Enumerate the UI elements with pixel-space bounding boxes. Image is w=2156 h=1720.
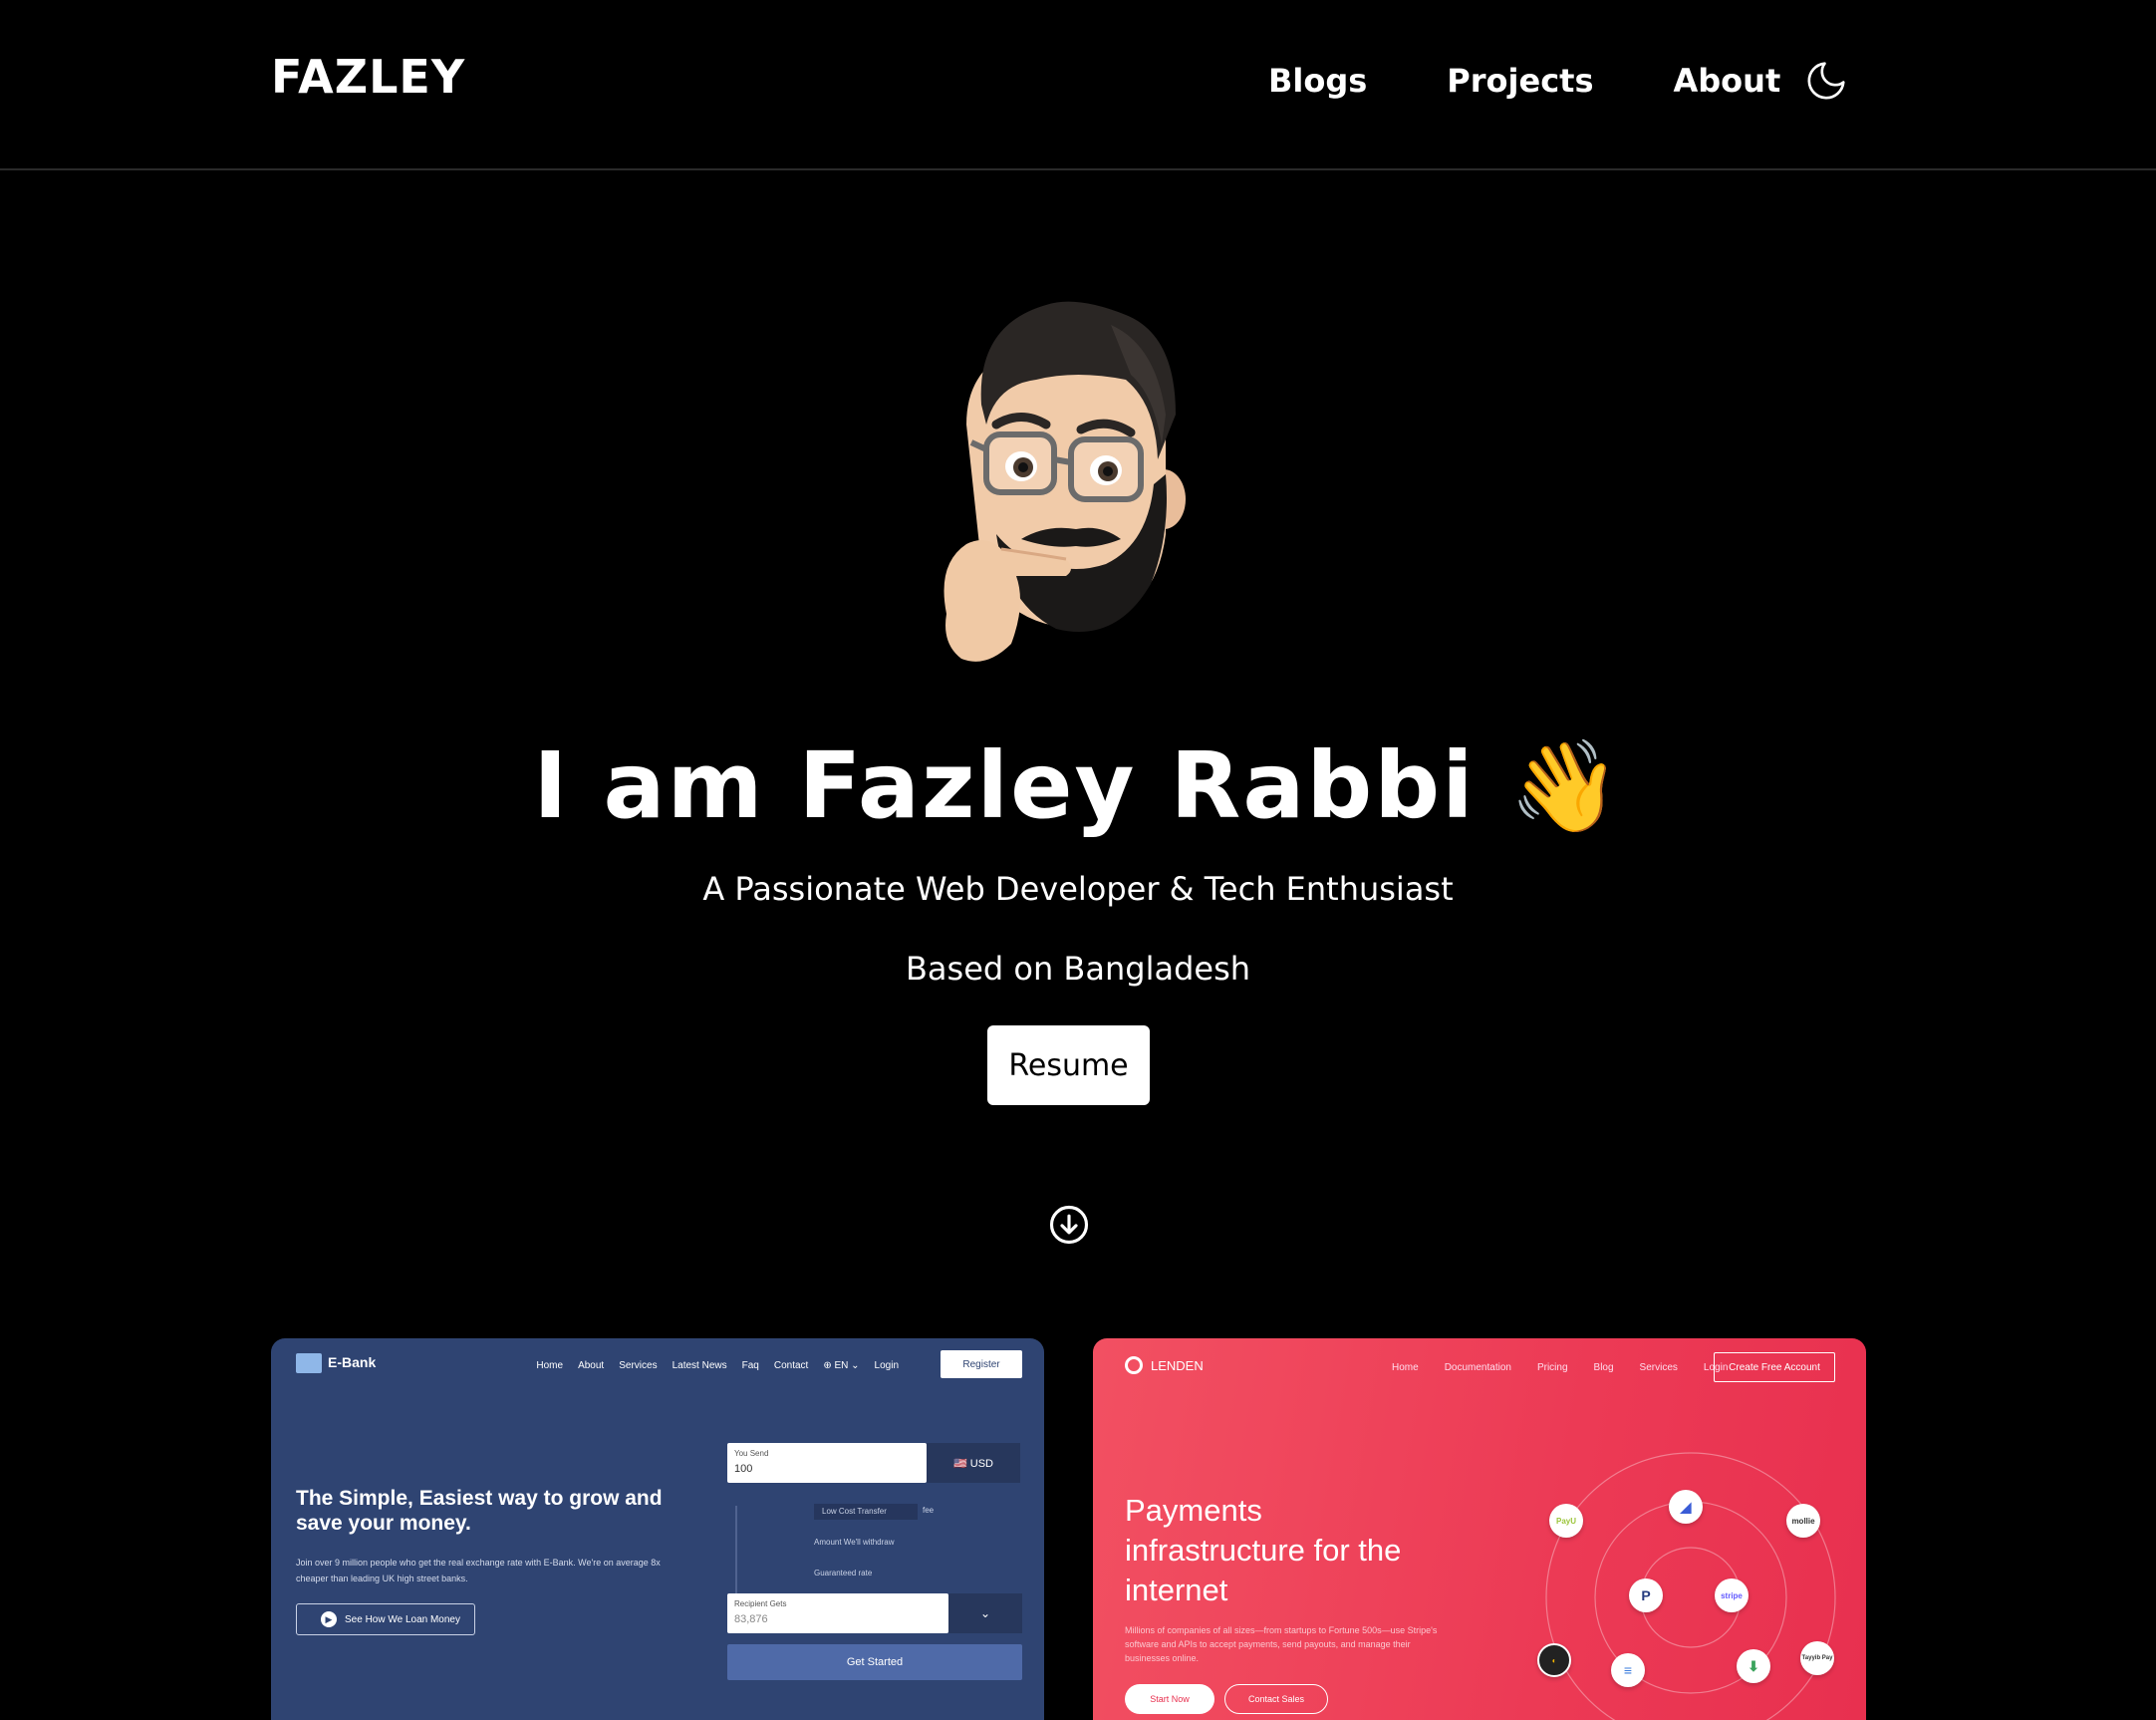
ebank-nav-item: Services (619, 1360, 658, 1371)
ebank-transfer-select: Low Cost Transfer (814, 1504, 918, 1520)
ebank-nav-item: Contact (773, 1360, 809, 1371)
arrow-down-circle-icon (1049, 1205, 1089, 1245)
ebank-nav-item: Faq (741, 1360, 759, 1371)
partner-logo: ≡ (1611, 1653, 1645, 1687)
tayyib-pay-logo: Tayyib Pay (1800, 1641, 1834, 1675)
lenden-start-button: Start Now (1125, 1684, 1214, 1714)
partner-logo: ⬇ (1737, 1649, 1770, 1683)
site-logo[interactable]: FAZLEY (271, 50, 465, 104)
hero-title-text: I am Fazley Rabbi (533, 732, 1476, 839)
partner-logo: ◢ (1669, 1490, 1703, 1524)
project-card-lenden[interactable]: LENDEN Home Documentation Pricing Blog S… (1093, 1338, 1866, 1720)
lenden-create-account-button: Create Free Account (1714, 1352, 1835, 1382)
ebank-cta-label: See How We Loan Money (345, 1613, 460, 1625)
lenden-logo-icon (1125, 1356, 1143, 1374)
moon-icon (1807, 62, 1845, 100)
project-card-ebank[interactable]: E-Bank Home About Services Latest News F… (271, 1338, 1044, 1720)
partner-logo: ◐ (1537, 1643, 1571, 1677)
scroll-down-button[interactable] (1048, 1204, 1090, 1246)
ebank-nav-item: Home (536, 1360, 564, 1371)
main-nav: Blogs Projects About (1268, 62, 1780, 100)
ebank-nav-item: Latest News (672, 1360, 727, 1371)
lenden-nav-item: Blog (1593, 1362, 1614, 1373)
waving-hand-emoji: 👋 (1508, 734, 1623, 839)
nav-link-blogs[interactable]: Blogs (1268, 62, 1367, 100)
theme-toggle-button[interactable] (1803, 58, 1849, 104)
ebank-rate-label: Guaranteed rate (814, 1569, 873, 1577)
ebank-withdraw-label: Amount We'll withdraw (814, 1538, 895, 1547)
ebank-nav-item: Login (874, 1360, 899, 1371)
site-header: FAZLEY Blogs Projects About (0, 0, 2156, 170)
ebank-headline: The Simple, Easiest way to grow and save… (296, 1487, 663, 1535)
ebank-brand: E-Bank (328, 1354, 377, 1370)
play-icon: ▶ (321, 1611, 337, 1627)
ebank-fee-label: fee (923, 1506, 935, 1515)
ebank-cta-button: ▶ See How We Loan Money (296, 1603, 475, 1635)
chevron-down-icon: ⌄ (948, 1593, 1022, 1633)
paypal-logo: P (1629, 1578, 1663, 1612)
lenden-contact-button: Contact Sales (1224, 1684, 1328, 1714)
ebank-register-button: Register (941, 1350, 1022, 1378)
ebank-description: Join over 9 million people who get the r… (296, 1558, 661, 1583)
ebank-get-started-button: Get Started (727, 1644, 1022, 1680)
mollie-logo: mollie (1786, 1504, 1820, 1538)
ebank-nav-item: About (578, 1360, 605, 1371)
ebank-nav-item: ⊕ EN ⌄ (823, 1360, 860, 1371)
ebank-recipient-field: Recipient Gets 83,876 (727, 1593, 948, 1633)
hero-title: I am Fazley Rabbi 👋 (0, 732, 2156, 839)
stripe-logo: stripe (1715, 1578, 1749, 1612)
ebank-send-value: 100 (734, 1463, 753, 1475)
lenden-nav-item: Pricing (1536, 1362, 1568, 1373)
nav-link-about[interactable]: About (1674, 62, 1781, 100)
ebank-logo-icon (296, 1353, 322, 1373)
memoji-avatar (943, 301, 1186, 662)
payment-orbit-graphic (1545, 1452, 1836, 1720)
ebank-recipient-label: Recipient Gets (734, 1599, 787, 1608)
nav-link-projects[interactable]: Projects (1447, 62, 1593, 100)
ebank-recipient-value: 83,876 (734, 1613, 768, 1625)
resume-button[interactable]: Resume (987, 1025, 1150, 1105)
lenden-description: Millions of companies of all sizes—from … (1125, 1625, 1438, 1663)
ebank-currency-select: 🇺🇸 USD (927, 1443, 1020, 1483)
lenden-headline: Payments infrastructure for the internet (1125, 1493, 1402, 1607)
lenden-brand: LENDEN (1151, 1358, 1204, 1373)
ebank-send-field: You Send 100 (727, 1443, 927, 1483)
hero-location: Based on Bangladesh (905, 950, 1251, 988)
lenden-nav-item: Services (1639, 1362, 1678, 1373)
lenden-nav-item: Home (1392, 1362, 1419, 1373)
lenden-nav-item: Documentation (1444, 1362, 1511, 1373)
page: FAZLEY Blogs Projects About I am Fazley … (0, 0, 2156, 1720)
lenden-nav: Home Documentation Pricing Blog Services… (1392, 1362, 1728, 1373)
hero-subtitle: A Passionate Web Developer & Tech Enthus… (702, 870, 1454, 908)
ebank-nav: Home About Services Latest News Faq Cont… (536, 1360, 899, 1371)
ebank-send-label: You Send (734, 1449, 769, 1458)
payu-logo: PayU (1549, 1504, 1583, 1538)
